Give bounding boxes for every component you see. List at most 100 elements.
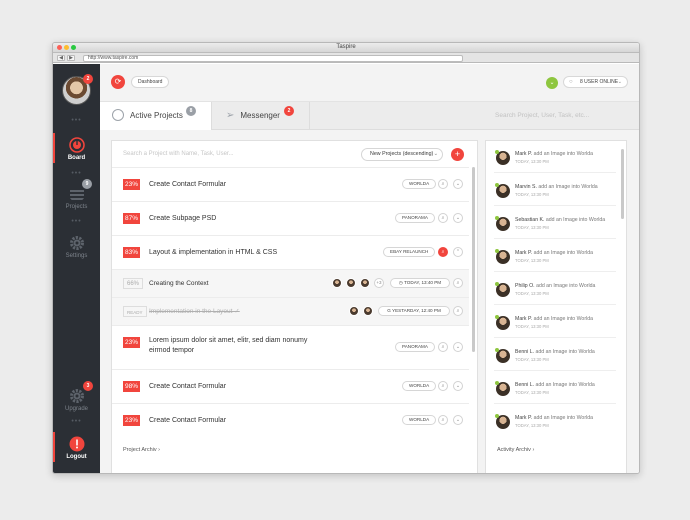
forward-icon[interactable]: ▶ (67, 55, 75, 61)
search-icon[interactable]: ⌕ (438, 415, 448, 425)
search-icon[interactable]: ⌕ (438, 342, 448, 352)
activity-text: Mark P. add an Image into Worlda (515, 415, 593, 421)
chevron-up-icon[interactable]: ⌃ (453, 247, 463, 257)
task-row[interactable]: 66% Creating the Context +3 ◷ TODAY, 13:… (112, 269, 469, 297)
power-icon (69, 436, 84, 452)
project-tag[interactable]: WORLDA (402, 381, 437, 391)
search-icon[interactable]: ⌕ (453, 278, 463, 288)
refresh-button[interactable]: ⟳ (111, 75, 125, 89)
online-dot (495, 282, 499, 286)
browser-window: Taspire ◀ ▶ http://www.taspire.com 2 •••… (52, 42, 640, 474)
project-tag[interactable]: WORLDA (402, 415, 437, 425)
chevron-down-icon[interactable]: ⌄ (453, 342, 463, 352)
window-titlebar: Taspire (53, 43, 639, 53)
tab-bar: Active Projects 8 ➢ Messenger 2 Search Pr… (100, 102, 639, 130)
global-search-input[interactable]: Search Project, User, Task, etc... (495, 112, 589, 119)
divider-dots: ••• (71, 218, 82, 225)
projects-badge: 9 (82, 179, 92, 189)
search-icon[interactable]: ⌕ (438, 247, 448, 257)
project-tag[interactable]: EBAY RELAUNCH (383, 247, 436, 257)
project-row[interactable]: 23% Create Contact Formular WORLDA ⌕ ⌄ (112, 167, 469, 201)
divider (494, 403, 616, 404)
sidebar-item-settings[interactable]: Settings (53, 235, 100, 259)
search-icon[interactable]: ⌕ (438, 179, 448, 189)
chevron-down-icon: ⌄ (433, 151, 438, 157)
task-date: G YESTARDAY, 12:40 PM (378, 306, 450, 316)
task-row[interactable]: READY Implementation in the Layout ✓ G Y… (112, 297, 469, 325)
project-tag[interactable]: WORLDA (402, 179, 437, 189)
progress-badge: 66% (123, 278, 144, 289)
chevron-down-icon[interactable]: ⌄ (453, 415, 463, 425)
online-dot (495, 315, 499, 319)
avatar-badge: 2 (83, 74, 93, 84)
activity-time: TODAY, 13:30 PM (515, 423, 549, 428)
online-dot (495, 249, 499, 253)
sidebar-item-label: Board (67, 155, 86, 161)
avatar[interactable] (332, 278, 342, 288)
users-online-dropdown[interactable]: ○ 8 USER ONLINE ⌄ (563, 76, 628, 88)
users-online-label: 8 USER ONLINE (580, 79, 619, 85)
task-date-label: TODAY, 13:40 PM (404, 280, 442, 285)
sidebar-item-label: Upgrade (64, 406, 88, 412)
chevron-down-icon[interactable]: ⌄ (453, 213, 463, 223)
back-icon[interactable]: ◀ (57, 55, 65, 61)
activity-time: TODAY, 13:30 PM (515, 192, 549, 197)
projects-scrollbar[interactable] (472, 167, 475, 352)
online-dot (495, 150, 499, 154)
project-tag[interactable]: PANORAMA (395, 342, 435, 352)
sidebar-item-upgrade[interactable]: Upgrade (53, 388, 100, 412)
app: 2 ••• Board ••• Projects 9 ••• Settings … (53, 64, 639, 473)
online-dot (495, 216, 499, 220)
avatar[interactable] (363, 306, 373, 316)
more-users-count[interactable]: +3 (374, 278, 384, 288)
activity-time: TODAY, 13:30 PM (515, 258, 549, 263)
search-icon[interactable]: ⌕ (438, 213, 448, 223)
chevron-down-icon[interactable]: ⌄ (453, 179, 463, 189)
project-row[interactable]: 23% Create Contact Formular WORLDA ⌕ ⌄ (112, 403, 469, 437)
sidebar-item-projects[interactable]: Projects (53, 186, 100, 210)
url-field[interactable]: http://www.taspire.com (83, 54, 463, 62)
online-status-icon[interactable]: ⌄ (546, 77, 558, 89)
add-project-button[interactable]: + (451, 148, 464, 161)
activity-text: Mark P. add an Image into Worlda (515, 316, 593, 322)
activity-time: TODAY, 13:30 PM (515, 291, 549, 296)
activity-text: Philip O. add an Image into Worlda (515, 283, 596, 289)
project-archive-link[interactable]: Project Archiv › (123, 447, 160, 453)
tab-messenger[interactable]: ➢ Messenger 2 (212, 102, 310, 130)
project-title: Lorem ipsum dolor sit amet, elitr, sed d… (149, 337, 308, 354)
avatar[interactable] (346, 278, 356, 288)
project-search-input[interactable]: Search a Project with Name, Task, User..… (123, 151, 234, 157)
sidebar-item-board[interactable]: Board (53, 133, 100, 163)
divider (494, 238, 616, 239)
chevron-down-icon[interactable]: ⌄ (453, 381, 463, 391)
avatar[interactable] (349, 306, 359, 316)
divider-dots: ••• (71, 418, 82, 425)
avatar[interactable] (360, 278, 370, 288)
project-row[interactable]: 87% Create Subpage PSD PANORAMA ⌕ ⌄ (112, 201, 469, 235)
divider (494, 304, 616, 305)
sidebar-item-label: Settings (65, 253, 88, 259)
tab-active-projects[interactable]: Active Projects 8 (100, 102, 212, 130)
stack-icon (69, 190, 84, 200)
divider (494, 271, 616, 272)
online-dot (495, 183, 499, 187)
project-row-expanded[interactable]: 83% Layout & implementation in HTML & CS… (112, 235, 469, 269)
topbar: ⟳ Dashboard ⌄ ○ 8 USER ONLINE ⌄ (100, 64, 639, 102)
task-title: Implementation in the Layout ✓ (149, 308, 240, 315)
tab-label: Messenger (240, 111, 280, 121)
sidebar: 2 ••• Board ••• Projects 9 ••• Settings … (53, 64, 100, 473)
sidebar-item-label: Projects (65, 204, 88, 210)
project-row[interactable]: 98% Create Contact Formular WORLDA ⌕ ⌄ (112, 369, 469, 403)
activity-panel: Mark P. add an Image into Worlda TODAY, 1… (485, 140, 627, 473)
activity-scrollbar[interactable] (621, 149, 624, 219)
sidebar-item-logout[interactable]: Logout (53, 432, 100, 462)
activity-archive-link[interactable]: Activity Archiv › (497, 447, 534, 453)
user-icon: ○ (569, 79, 573, 85)
project-tag[interactable]: PANORAMA (395, 213, 435, 223)
breadcrumb[interactable]: Dashboard (131, 76, 170, 88)
sort-dropdown[interactable]: New Projects (descending) ⌄ (361, 148, 443, 161)
search-icon[interactable]: ⌕ (453, 306, 463, 316)
address-bar-row: ◀ ▶ http://www.taspire.com (53, 53, 639, 63)
project-row[interactable]: 23% Lorem ipsum dolor sit amet, elitr, s… (112, 325, 469, 369)
search-icon[interactable]: ⌕ (438, 381, 448, 391)
